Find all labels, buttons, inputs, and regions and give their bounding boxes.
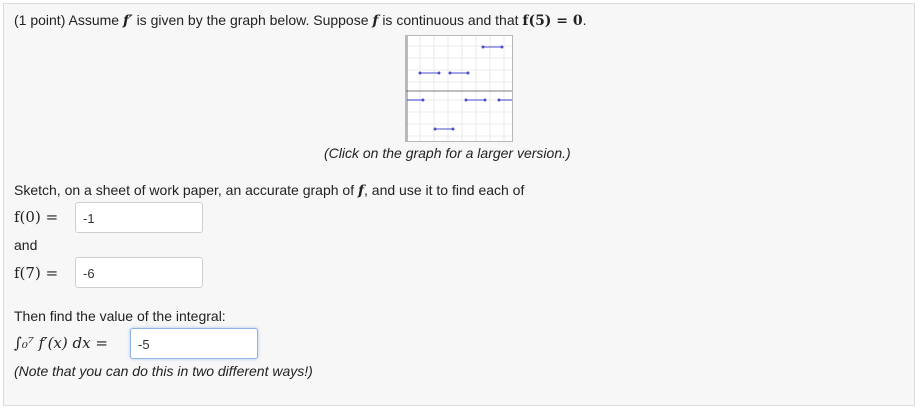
- q2-label: f(7) =: [14, 264, 59, 282]
- integral-intro: Then find the value of the integral:: [14, 308, 226, 324]
- fprime-symbol: f′: [122, 13, 133, 29]
- graph-svg: [406, 36, 512, 141]
- graph-caption: (Click on the graph for a larger version…: [324, 145, 571, 161]
- graph-axes: [406, 36, 512, 141]
- answer-integral-input[interactable]: -5: [130, 328, 258, 359]
- sketch-end: , and use it to find each of: [364, 182, 525, 198]
- f-symbol: f: [372, 13, 379, 29]
- and-text: and: [14, 237, 38, 253]
- integral-label: ∫₀⁷ f′(x) dx =: [14, 334, 108, 352]
- graph-segments: [407, 45, 512, 131]
- intro-prefix: (1 point) Assume: [14, 12, 120, 28]
- answer-f7-input[interactable]: -6: [75, 257, 203, 288]
- intro-end: .: [582, 12, 587, 28]
- graph-grid: [406, 36, 512, 141]
- sketch-text: Sketch, on a sheet of work paper, an acc…: [14, 182, 355, 198]
- q1-label: f(0) =: [14, 208, 59, 226]
- intro-mid-2: is continuous and that: [382, 12, 519, 28]
- intro-mid-1: is given by the graph below. Suppose: [136, 12, 369, 28]
- problem-intro: (1 point) Assume f′ is given by the grap…: [14, 12, 587, 29]
- derivative-graph-thumbnail[interactable]: [405, 35, 513, 142]
- note-text: (Note that you can do this in two differ…: [14, 363, 313, 379]
- sketch-instruction: Sketch, on a sheet of work paper, an acc…: [14, 182, 524, 199]
- initial-condition: f(5) = 0: [522, 13, 583, 29]
- answer-f0-input[interactable]: -1: [75, 202, 203, 233]
